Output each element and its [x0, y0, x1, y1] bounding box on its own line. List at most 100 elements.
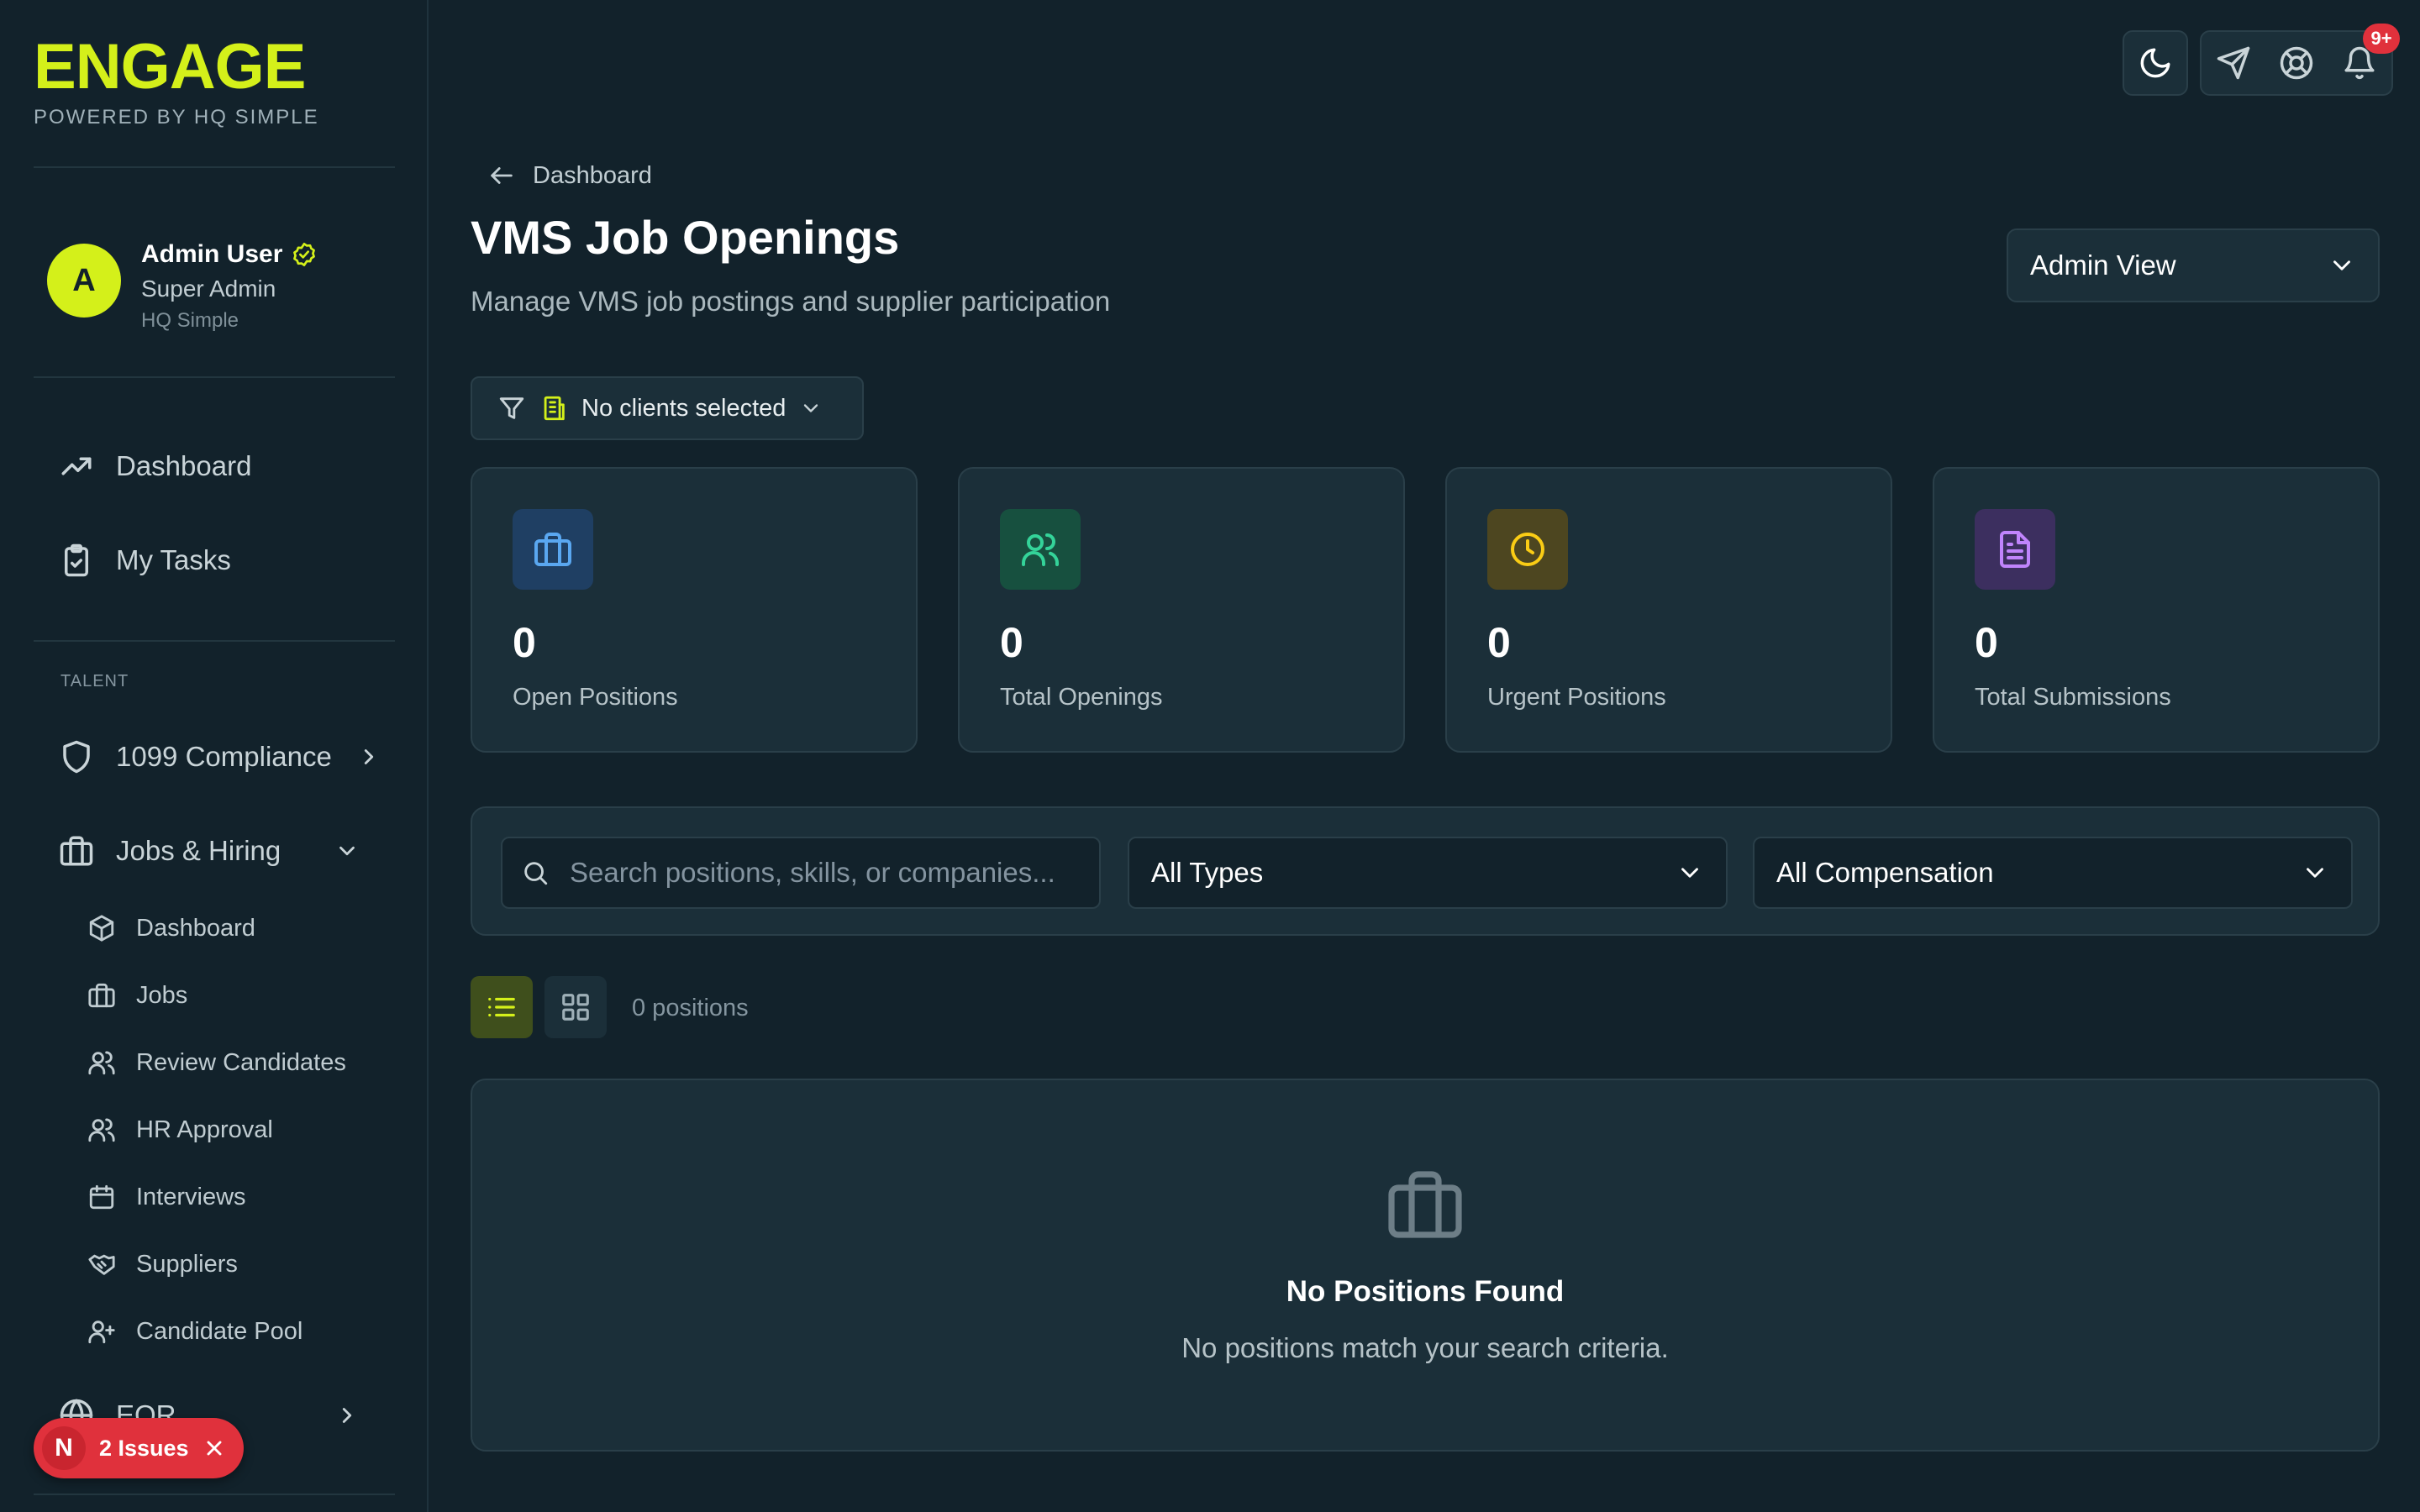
theme-toggle-button[interactable] [2123, 30, 2188, 96]
briefcase-icon [88, 983, 115, 1008]
nav-jobs-hiring[interactable]: Jobs & Hiring [59, 833, 281, 869]
nav-jobs-hiring-label: Jobs & Hiring [116, 835, 281, 866]
nav-1099-compliance[interactable]: 1099 Compliance [59, 739, 332, 774]
clipboard-check-icon [65, 543, 88, 577]
stat-icon-bg [1487, 509, 1568, 590]
divider [34, 1494, 395, 1495]
chevron-down-icon [2307, 868, 2323, 878]
divider [34, 166, 395, 168]
empty-state-title: No Positions Found [1286, 1275, 1565, 1308]
user-card[interactable]: A Admin User Super Admin HQ Simple [47, 240, 318, 333]
sub-item-hr-approval[interactable]: HR Approval [87, 1116, 273, 1144]
types-select-value: All Types [1151, 857, 1264, 888]
search-box[interactable] [501, 837, 1101, 909]
arrow-left-icon [491, 167, 513, 184]
stat-label: Total Submissions [1975, 684, 2171, 711]
divider [34, 376, 395, 378]
grid-view-button[interactable] [544, 976, 607, 1038]
user-org: HQ Simple [141, 309, 239, 332]
briefcase-icon [534, 533, 571, 566]
grid-icon [562, 994, 589, 1021]
stat-card-open-positions: 0 Open Positions [471, 467, 918, 753]
brand-subtitle: POWERED BY HQ SIMPLE [34, 106, 319, 129]
user-role: Super Admin [141, 276, 276, 302]
filter-icon [499, 397, 524, 419]
nav-dashboard[interactable]: Dashboard [59, 449, 251, 484]
nav-1099-compliance-label: 1099 Compliance [116, 741, 332, 772]
sub-item-suppliers[interactable]: Suppliers [87, 1250, 238, 1278]
notification-badge: 9+ [2363, 24, 2400, 54]
page-title: VMS Job Openings [471, 211, 900, 264]
verified-icon [293, 243, 316, 266]
view-select-value: Admin View [2030, 249, 2176, 281]
sub-item-review-candidates-label: Review Candidates [136, 1048, 346, 1076]
issues-indicator[interactable]: N 2 Issues [34, 1418, 244, 1478]
sub-item-dashboard[interactable]: Dashboard [87, 914, 255, 942]
close-icon[interactable] [203, 1436, 226, 1460]
list-view-button[interactable] [471, 976, 533, 1038]
nav-dashboard-label: Dashboard [116, 450, 252, 481]
sub-item-interviews[interactable]: Interviews [87, 1183, 246, 1211]
user-info: Admin User Super Admin HQ Simple [141, 240, 318, 333]
building-icon [544, 396, 565, 421]
empty-state-subtitle: No positions match your search criteria. [1181, 1332, 1669, 1363]
chevron-right-icon[interactable] [334, 1403, 360, 1428]
chevron-down-icon [2333, 260, 2350, 270]
search-input[interactable] [570, 857, 1074, 889]
shield-icon [63, 740, 90, 774]
clock-icon [1511, 533, 1544, 566]
stat-icon-bg [513, 509, 593, 590]
brand[interactable]: ENGAGE POWERED BY HQ SIMPLE [34, 34, 319, 129]
users-icon [88, 1051, 115, 1075]
stat-label: Total Openings [1000, 684, 1163, 711]
moon-icon [2140, 48, 2170, 78]
nav-my-tasks[interactable]: My Tasks [59, 543, 231, 578]
sub-item-candidate-pool[interactable]: Candidate Pool [87, 1317, 302, 1346]
cube-icon [89, 915, 114, 942]
compensation-select-value: All Compensation [1776, 857, 1994, 888]
calendar-icon [89, 1184, 114, 1210]
list-icon [488, 997, 515, 1017]
divider [34, 640, 395, 642]
briefcase-icon [60, 836, 93, 866]
view-select[interactable]: Admin View [2007, 228, 2380, 302]
chevron-right-icon[interactable] [356, 744, 381, 769]
client-filter-button[interactable]: No clients selected [471, 376, 864, 440]
types-select[interactable]: All Types [1128, 837, 1728, 909]
stat-value: 0 [513, 619, 536, 666]
stat-value: 0 [1487, 619, 1511, 666]
back-link[interactable]: Dashboard [487, 161, 652, 190]
next-logo-icon: N [42, 1426, 86, 1470]
send-icon[interactable] [2216, 45, 2251, 81]
filter-panel: All Types All Compensation [471, 806, 2380, 936]
trending-up-icon [61, 457, 92, 475]
user-name: Admin User [141, 240, 283, 268]
stat-icon-bg [1000, 509, 1081, 590]
sub-item-hr-approval-label: HR Approval [136, 1116, 273, 1143]
positions-count: 0 positions [632, 995, 749, 1021]
chevron-down-icon [804, 404, 818, 412]
compensation-select[interactable]: All Compensation [1753, 837, 2353, 909]
sub-item-jobs[interactable]: Jobs [87, 981, 187, 1010]
user-plus-icon [88, 1320, 115, 1344]
lifebuoy-icon[interactable] [2279, 45, 2314, 81]
empty-state-panel: No Positions Found No positions match yo… [471, 1079, 2380, 1452]
sub-item-dashboard-label: Dashboard [136, 914, 255, 942]
sub-item-interviews-label: Interviews [136, 1183, 246, 1210]
brand-title: ENGAGE [34, 31, 306, 102]
section-label-talent: TALENT [60, 672, 129, 690]
briefcase-icon [1388, 1171, 1462, 1238]
sub-item-review-candidates[interactable]: Review Candidates [87, 1048, 346, 1077]
sidebar: ENGAGE POWERED BY HQ SIMPLE A Admin User… [0, 0, 429, 1512]
stat-card-urgent-positions: 0 Urgent Positions [1445, 467, 1892, 753]
nav-my-tasks-label: My Tasks [116, 544, 231, 575]
sub-item-jobs-label: Jobs [136, 981, 188, 1009]
issues-label: 2 Issues [99, 1435, 189, 1461]
back-link-label: Dashboard [533, 161, 652, 189]
sub-item-candidate-pool-label: Candidate Pool [136, 1317, 303, 1345]
user-name-row: Admin User [141, 240, 318, 269]
file-text-icon [2000, 531, 2030, 568]
avatar: A [47, 244, 121, 318]
chevron-down-icon[interactable] [334, 838, 360, 864]
stat-label: Urgent Positions [1487, 684, 1666, 711]
